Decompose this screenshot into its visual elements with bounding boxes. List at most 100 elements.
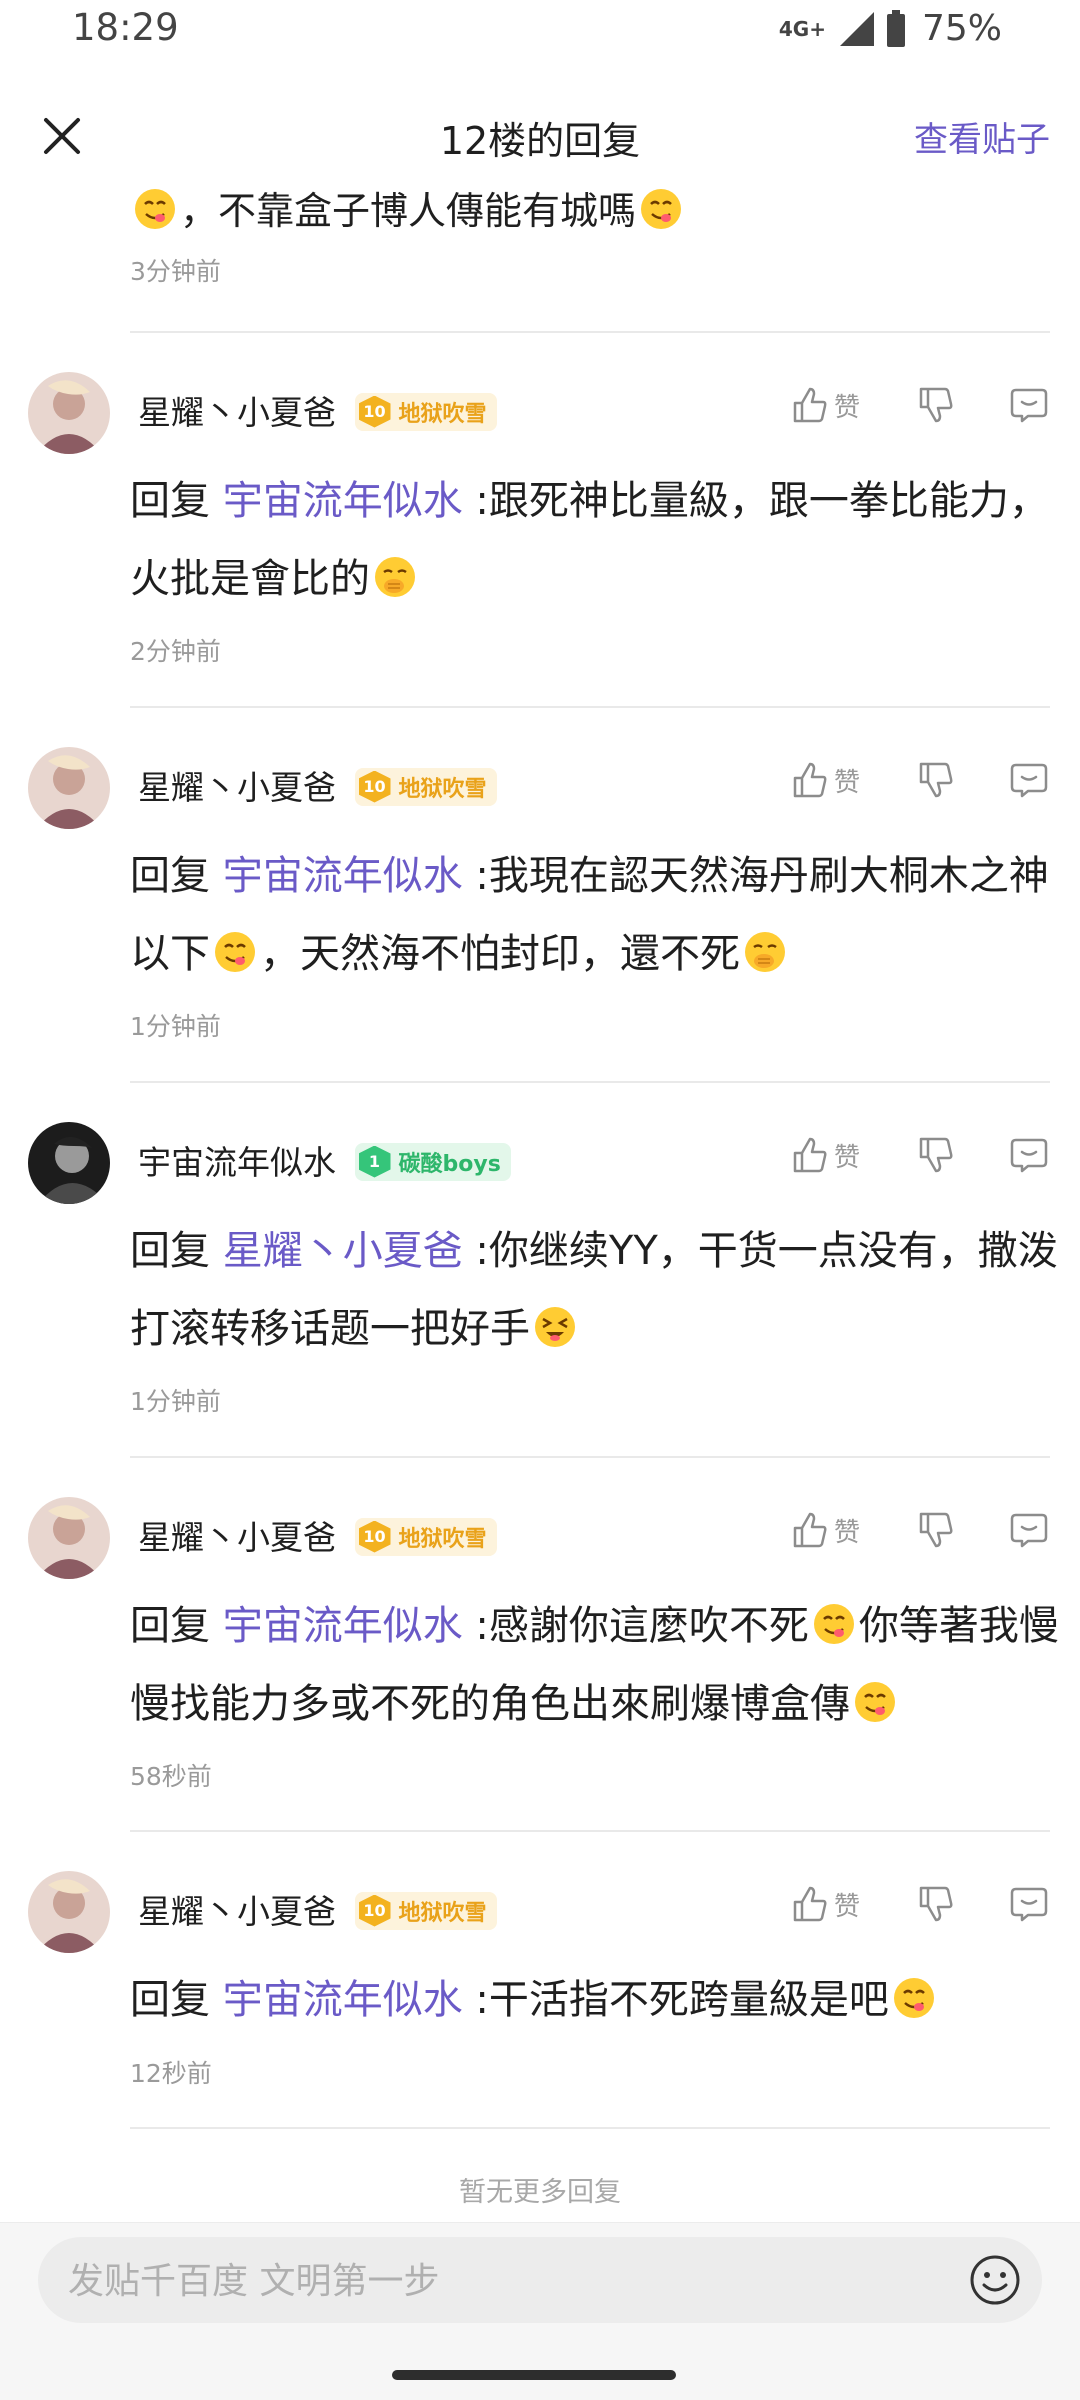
reply-to-user[interactable]: 宇宙流年似水 bbox=[223, 1603, 463, 1649]
hand-over-mouth-emoji-icon bbox=[745, 932, 785, 972]
hand-over-mouth-emoji-icon bbox=[375, 557, 415, 597]
comment-text: 回复 宇宙流年似水 :感謝你這麼吹不死 你等著我慢慢找能力多或不死的角色出來刷爆博… bbox=[130, 1587, 1060, 1743]
yum-emoji-icon bbox=[893, 1978, 934, 2018]
dislike-button[interactable] bbox=[918, 1511, 954, 1549]
divider bbox=[130, 706, 1050, 708]
badge-label: 地狱吹雪 bbox=[398, 1526, 487, 1552]
reply-bubble-icon bbox=[1010, 1887, 1048, 1922]
squinting-tongue-emoji-icon bbox=[535, 1307, 575, 1347]
comment-actions: 赞 bbox=[792, 1885, 1048, 1923]
thumbs-up-icon bbox=[793, 387, 827, 423]
thumbs-up-icon bbox=[793, 1512, 827, 1548]
comment-content: :感謝你這麼吹不死 bbox=[462, 1603, 809, 1649]
badge-label: 地狱吹雪 bbox=[398, 776, 487, 802]
user-name-row: 星耀丶小夏爸 10 地狱吹雪 bbox=[138, 761, 497, 809]
dislike-button[interactable] bbox=[918, 386, 954, 424]
reply-bubble-icon bbox=[1010, 1513, 1048, 1548]
thumbs-down-icon bbox=[919, 1512, 953, 1548]
level-badge: 1 碳酸boys bbox=[354, 1142, 511, 1181]
user-name-row: 星耀丶小夏爸 10 地狱吹雪 bbox=[138, 1511, 497, 1559]
level-badge: 10 地狱吹雪 bbox=[354, 392, 497, 431]
level-icon: 10 bbox=[358, 395, 391, 428]
avatar[interactable] bbox=[28, 747, 110, 829]
thumbs-down-icon bbox=[919, 762, 953, 798]
header: 12楼的回复 查看贴子 bbox=[0, 88, 1080, 184]
reply-input[interactable] bbox=[66, 2237, 970, 2325]
network-type: 4G+ bbox=[778, 16, 826, 41]
dislike-button[interactable] bbox=[918, 761, 954, 799]
level-icon: 1 bbox=[358, 1145, 391, 1178]
like-label: 赞 bbox=[834, 1517, 861, 1548]
username[interactable]: 星耀丶小夏爸 bbox=[138, 1518, 336, 1557]
reply-button[interactable] bbox=[1010, 386, 1048, 424]
avatar[interactable] bbox=[28, 1871, 110, 1953]
username[interactable]: 星耀丶小夏爸 bbox=[138, 393, 336, 432]
avatar[interactable] bbox=[28, 1497, 110, 1579]
reply-bubble-icon bbox=[1010, 388, 1048, 423]
username[interactable]: 星耀丶小夏爸 bbox=[138, 768, 336, 807]
status-icons: 4G+ 75% bbox=[779, 8, 1002, 49]
emoji-icon[interactable] bbox=[968, 2253, 1022, 2307]
badge-label: 碳酸boys bbox=[398, 1151, 501, 1177]
level-icon: 10 bbox=[358, 770, 391, 803]
avatar[interactable] bbox=[28, 1122, 110, 1204]
yum-emoji-icon bbox=[215, 932, 255, 972]
reply-to-user[interactable]: 星耀丶小夏爸 bbox=[223, 1228, 463, 1274]
username[interactable]: 宇宙流年似水 bbox=[138, 1143, 336, 1182]
view-post-link[interactable]: 查看贴子 bbox=[914, 112, 1050, 161]
comment-actions: 赞 bbox=[792, 1511, 1048, 1549]
reply-prefix: 回复 bbox=[130, 1228, 210, 1274]
thumbs-up-icon bbox=[793, 1886, 827, 1922]
thumbs-up-icon bbox=[793, 1137, 827, 1173]
reply-to-user[interactable]: 宇宙流年似水 bbox=[223, 853, 463, 899]
yum-emoji-icon bbox=[855, 1682, 895, 1722]
comment-text: 回复 宇宙流年似水 :干活指不死跨量級是吧 bbox=[130, 1961, 1060, 2039]
dislike-button[interactable] bbox=[918, 1136, 954, 1174]
reply-button[interactable] bbox=[1010, 1136, 1048, 1174]
like-button[interactable]: 赞 bbox=[792, 761, 882, 799]
reply-to-user[interactable]: 宇宙流年似水 bbox=[223, 478, 463, 524]
like-button[interactable]: 赞 bbox=[792, 1885, 882, 1923]
thumbs-up-icon bbox=[793, 762, 827, 798]
divider bbox=[130, 1456, 1050, 1458]
partial-comment-content: ，不靠盒子博人傳能有城嗎 bbox=[180, 189, 637, 233]
reply-button[interactable] bbox=[1010, 1885, 1048, 1923]
home-indicator[interactable] bbox=[392, 2370, 676, 2380]
comment-actions: 赞 bbox=[792, 1136, 1048, 1174]
reply-button[interactable] bbox=[1010, 761, 1048, 799]
dislike-button[interactable] bbox=[918, 1885, 954, 1923]
thumbs-down-icon bbox=[919, 1137, 953, 1173]
level-badge: 10 地狱吹雪 bbox=[354, 1891, 497, 1930]
yum-emoji-icon bbox=[135, 189, 175, 229]
reply-input-container[interactable] bbox=[38, 2237, 1042, 2325]
like-label: 赞 bbox=[834, 1142, 861, 1173]
username[interactable]: 星耀丶小夏爸 bbox=[138, 1892, 336, 1931]
badge-label: 地狱吹雪 bbox=[398, 401, 487, 427]
like-button[interactable]: 赞 bbox=[792, 1511, 882, 1549]
divider bbox=[130, 2127, 1050, 2129]
comment-time: 2分钟前 bbox=[130, 637, 221, 666]
thumbs-down-icon bbox=[919, 1886, 953, 1922]
battery-percent: 75% bbox=[921, 8, 1002, 49]
reply-to-user[interactable]: 宇宙流年似水 bbox=[223, 1977, 463, 2023]
comment-actions: 赞 bbox=[792, 386, 1048, 424]
reply-button[interactable] bbox=[1010, 1511, 1048, 1549]
level-badge: 10 地狱吹雪 bbox=[354, 767, 497, 806]
level-icon: 10 bbox=[358, 1894, 391, 1927]
partial-comment-text: ，不靠盒子博人傳能有城嗎 bbox=[130, 182, 1050, 240]
yum-emoji-icon bbox=[641, 189, 682, 229]
comment-actions: 赞 bbox=[792, 761, 1048, 799]
reply-prefix: 回复 bbox=[130, 853, 210, 899]
like-button[interactable]: 赞 bbox=[792, 386, 882, 424]
like-label: 赞 bbox=[834, 1891, 861, 1922]
yum-emoji-icon bbox=[813, 1604, 854, 1644]
signal-icon bbox=[839, 11, 874, 46]
divider bbox=[130, 1830, 1050, 1832]
reply-bubble-icon bbox=[1010, 763, 1048, 798]
avatar[interactable] bbox=[28, 372, 110, 454]
user-name-row: 星耀丶小夏爸 10 地狱吹雪 bbox=[138, 1885, 497, 1933]
comment-time: 12秒前 bbox=[130, 2059, 212, 2088]
level-badge: 10 地狱吹雪 bbox=[354, 1517, 497, 1556]
like-label: 赞 bbox=[834, 767, 861, 798]
like-button[interactable]: 赞 bbox=[792, 1136, 882, 1174]
